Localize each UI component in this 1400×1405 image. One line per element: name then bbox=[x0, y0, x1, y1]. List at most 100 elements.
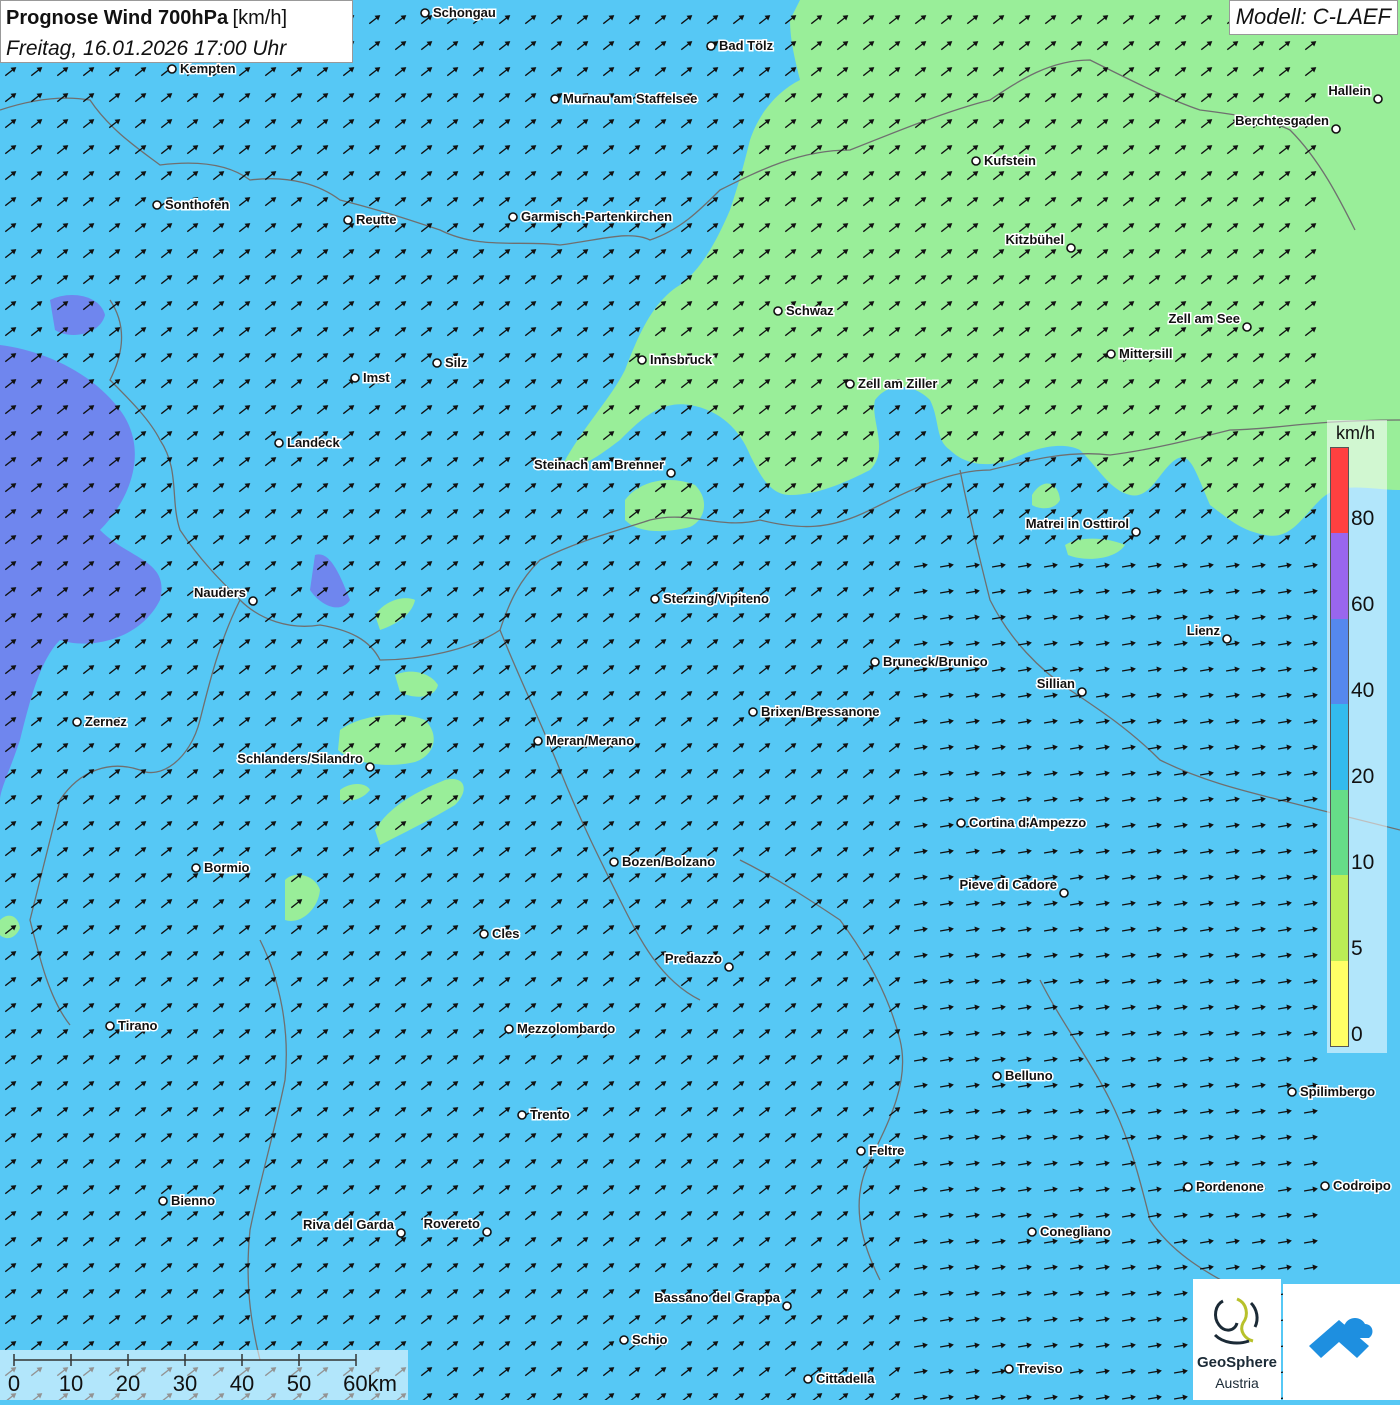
scale-label: 50 bbox=[287, 1371, 311, 1397]
city-label: Feltre bbox=[869, 1143, 904, 1158]
wind-map[interactable]: SchongauBad TölzKemptenMurnau am Staffel… bbox=[0, 0, 1400, 1400]
city-label: Zernez bbox=[85, 714, 127, 729]
city-dot bbox=[159, 1197, 167, 1205]
city-dot bbox=[1223, 635, 1231, 643]
legend-color-segment bbox=[1331, 790, 1348, 875]
city-marker[interactable]: Garmisch-Partenkirchen bbox=[509, 209, 672, 224]
legend-tick-label: 80 bbox=[1351, 507, 1374, 531]
city-label: Imst bbox=[363, 370, 390, 385]
city-label: Schongau bbox=[433, 5, 496, 20]
city-dot bbox=[73, 718, 81, 726]
city-label: Hallein bbox=[1328, 83, 1371, 98]
city-marker[interactable]: Schongau bbox=[421, 5, 496, 20]
city-label: Pieve di Cadore bbox=[959, 877, 1057, 892]
city-label: Reutte bbox=[356, 212, 396, 227]
city-label: Kufstein bbox=[984, 153, 1036, 168]
geosphere-logo-sub: Austria bbox=[1193, 1375, 1281, 1391]
city-marker[interactable]: Mezzolombardo bbox=[505, 1021, 615, 1036]
city-dot bbox=[871, 658, 879, 666]
city-label: Steinach am Brenner bbox=[534, 457, 664, 472]
city-label: Trento bbox=[530, 1107, 570, 1122]
city-label: Treviso bbox=[1017, 1361, 1063, 1376]
city-dot bbox=[1332, 125, 1340, 133]
city-dot bbox=[957, 819, 965, 827]
legend-tick-label: 10 bbox=[1351, 851, 1374, 875]
city-label: Cles bbox=[492, 926, 519, 941]
city-label: Zell am See bbox=[1168, 311, 1240, 326]
city-label: Riva del Garda bbox=[303, 1217, 395, 1232]
city-marker[interactable]: Sonthofen bbox=[153, 197, 229, 212]
weather-app-logo[interactable] bbox=[1283, 1284, 1400, 1400]
legend-color-segment bbox=[1331, 704, 1348, 789]
city-label: Belluno bbox=[1005, 1068, 1053, 1083]
city-dot bbox=[1078, 688, 1086, 696]
city-label: Cittadella bbox=[816, 1371, 875, 1386]
legend-tick-label: 5 bbox=[1351, 937, 1363, 961]
city-label: Bassano del Grappa bbox=[654, 1290, 780, 1305]
city-label: Predazzo bbox=[665, 951, 722, 966]
city-dot bbox=[397, 1229, 405, 1237]
city-label: Garmisch-Partenkirchen bbox=[521, 209, 672, 224]
legend-color-segment bbox=[1331, 961, 1348, 1046]
city-dot bbox=[749, 708, 757, 716]
city-marker[interactable]: Innsbruck bbox=[638, 352, 713, 367]
city-marker[interactable]: Sterzing/Vipiteno bbox=[651, 591, 769, 606]
city-dot bbox=[707, 42, 715, 50]
scale-label: 30 bbox=[173, 1371, 197, 1397]
scale-label: 20 bbox=[116, 1371, 140, 1397]
forecast-datetime: Freitag, 16.01.2026 17:00 Uhr bbox=[6, 34, 347, 63]
city-label: Sillian bbox=[1037, 676, 1075, 691]
city-marker[interactable]: Bozen/Bolzano bbox=[610, 854, 715, 869]
city-dot bbox=[551, 95, 559, 103]
city-marker[interactable]: Spilimbergo bbox=[1288, 1084, 1375, 1099]
city-marker[interactable]: Pordenone bbox=[1184, 1179, 1264, 1194]
city-dot bbox=[351, 374, 359, 382]
city-label: Bozen/Bolzano bbox=[622, 854, 715, 869]
title-box: Prognose Wind 700hPa [km/h] Freitag, 16.… bbox=[0, 0, 353, 63]
city-label: Nauders bbox=[194, 585, 246, 600]
city-label: Kitzbühel bbox=[1006, 232, 1065, 247]
geosphere-logo[interactable]: GeoSphere Austria bbox=[1193, 1279, 1281, 1400]
city-dot bbox=[1243, 323, 1251, 331]
legend-color-segment bbox=[1331, 533, 1348, 618]
city-label: Cortina d'Ampezzo bbox=[969, 815, 1086, 830]
scale-label: 0 bbox=[8, 1371, 20, 1397]
city-label: Schlanders/Silandro bbox=[237, 751, 363, 766]
city-dot bbox=[480, 930, 488, 938]
city-dot bbox=[153, 201, 161, 209]
city-label: Schwaz bbox=[786, 303, 834, 318]
city-dot bbox=[1321, 1182, 1329, 1190]
city-marker[interactable]: Brixen/Bressanone bbox=[749, 704, 880, 719]
city-dot bbox=[972, 157, 980, 165]
city-dot bbox=[1132, 528, 1140, 536]
city-label: Sonthofen bbox=[165, 197, 229, 212]
city-dot bbox=[192, 864, 200, 872]
city-marker[interactable]: Cortina d'Ampezzo bbox=[957, 815, 1086, 830]
city-marker[interactable]: Murnau am Staffelsee bbox=[551, 91, 697, 106]
legend-color-segment bbox=[1331, 619, 1348, 704]
city-dot bbox=[783, 1302, 791, 1310]
weather-app-icon bbox=[1283, 1284, 1400, 1400]
city-label: Schio bbox=[632, 1332, 667, 1347]
city-dot bbox=[804, 1375, 812, 1383]
scale-label: 60km bbox=[343, 1371, 397, 1397]
legend-tick-label: 0 bbox=[1351, 1023, 1363, 1047]
city-dot bbox=[610, 858, 618, 866]
city-label: Lienz bbox=[1187, 623, 1221, 638]
city-marker[interactable]: Meran/Merano bbox=[534, 733, 634, 748]
city-dot bbox=[620, 1336, 628, 1344]
city-marker[interactable]: Zell am Ziller bbox=[846, 376, 937, 391]
city-dot bbox=[638, 356, 646, 364]
city-dot bbox=[725, 963, 733, 971]
city-marker[interactable]: Conegliano bbox=[1028, 1224, 1111, 1239]
city-dot bbox=[509, 213, 517, 221]
city-dot bbox=[344, 216, 352, 224]
legend-tick-label: 40 bbox=[1351, 679, 1374, 703]
city-dot bbox=[857, 1147, 865, 1155]
scale-label: 40 bbox=[230, 1371, 254, 1397]
city-label: Bormio bbox=[204, 860, 250, 875]
city-label: Rovereto bbox=[424, 1216, 480, 1231]
city-dot bbox=[433, 359, 441, 367]
city-marker[interactable]: Bruneck/Brunico bbox=[871, 654, 988, 669]
city-dot bbox=[1005, 1365, 1013, 1373]
